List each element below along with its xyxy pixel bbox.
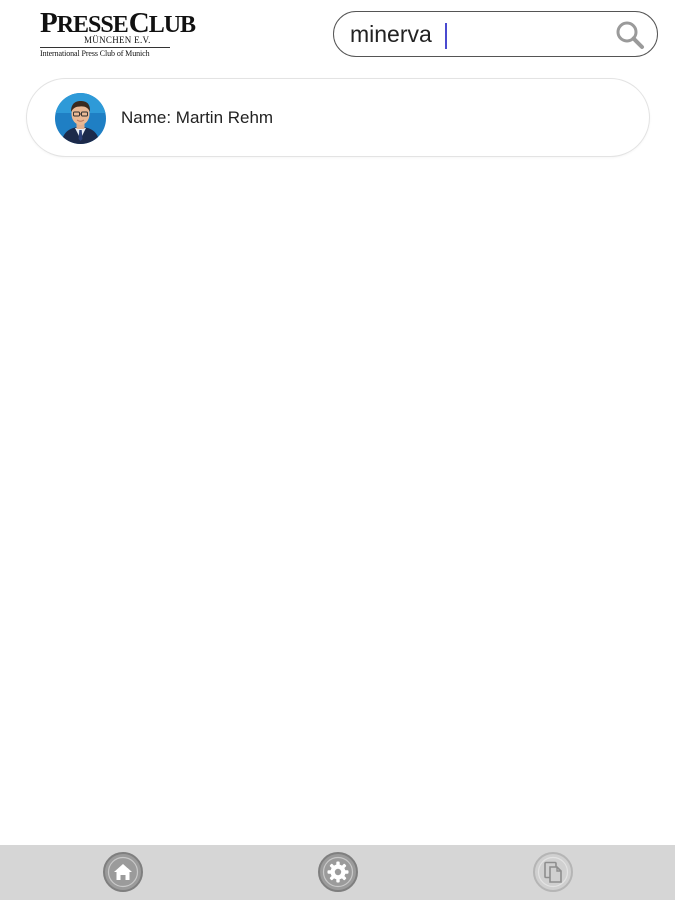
copy-icon	[533, 852, 573, 892]
result-name-label: Name: Martin Rehm	[121, 108, 274, 127]
search-box	[333, 11, 658, 57]
logo-tagline: International Press Club of Munich	[40, 49, 150, 58]
logo-divider	[40, 47, 170, 48]
home-icon	[103, 852, 143, 892]
person-photo	[55, 93, 106, 144]
text-caret	[445, 23, 447, 49]
search-result-item[interactable]: Name: Martin Rehm	[26, 78, 650, 157]
bottom-nav-bar	[0, 845, 675, 900]
search-input[interactable]	[350, 20, 605, 48]
logo-wordmark: PRESSECLUB	[40, 7, 196, 39]
nav-home-button[interactable]	[102, 851, 144, 893]
avatar	[55, 93, 106, 144]
nav-copy-button[interactable]	[532, 851, 574, 893]
logo-subline: MÜNCHEN E.V.	[84, 35, 151, 45]
gear-icon	[318, 852, 358, 892]
nav-settings-button[interactable]	[317, 851, 359, 893]
search-icon	[616, 21, 644, 49]
presseclub-logo: PRESSECLUB MÜNCHEN E.V. International Pr…	[40, 9, 196, 60]
search-button[interactable]	[615, 20, 645, 50]
